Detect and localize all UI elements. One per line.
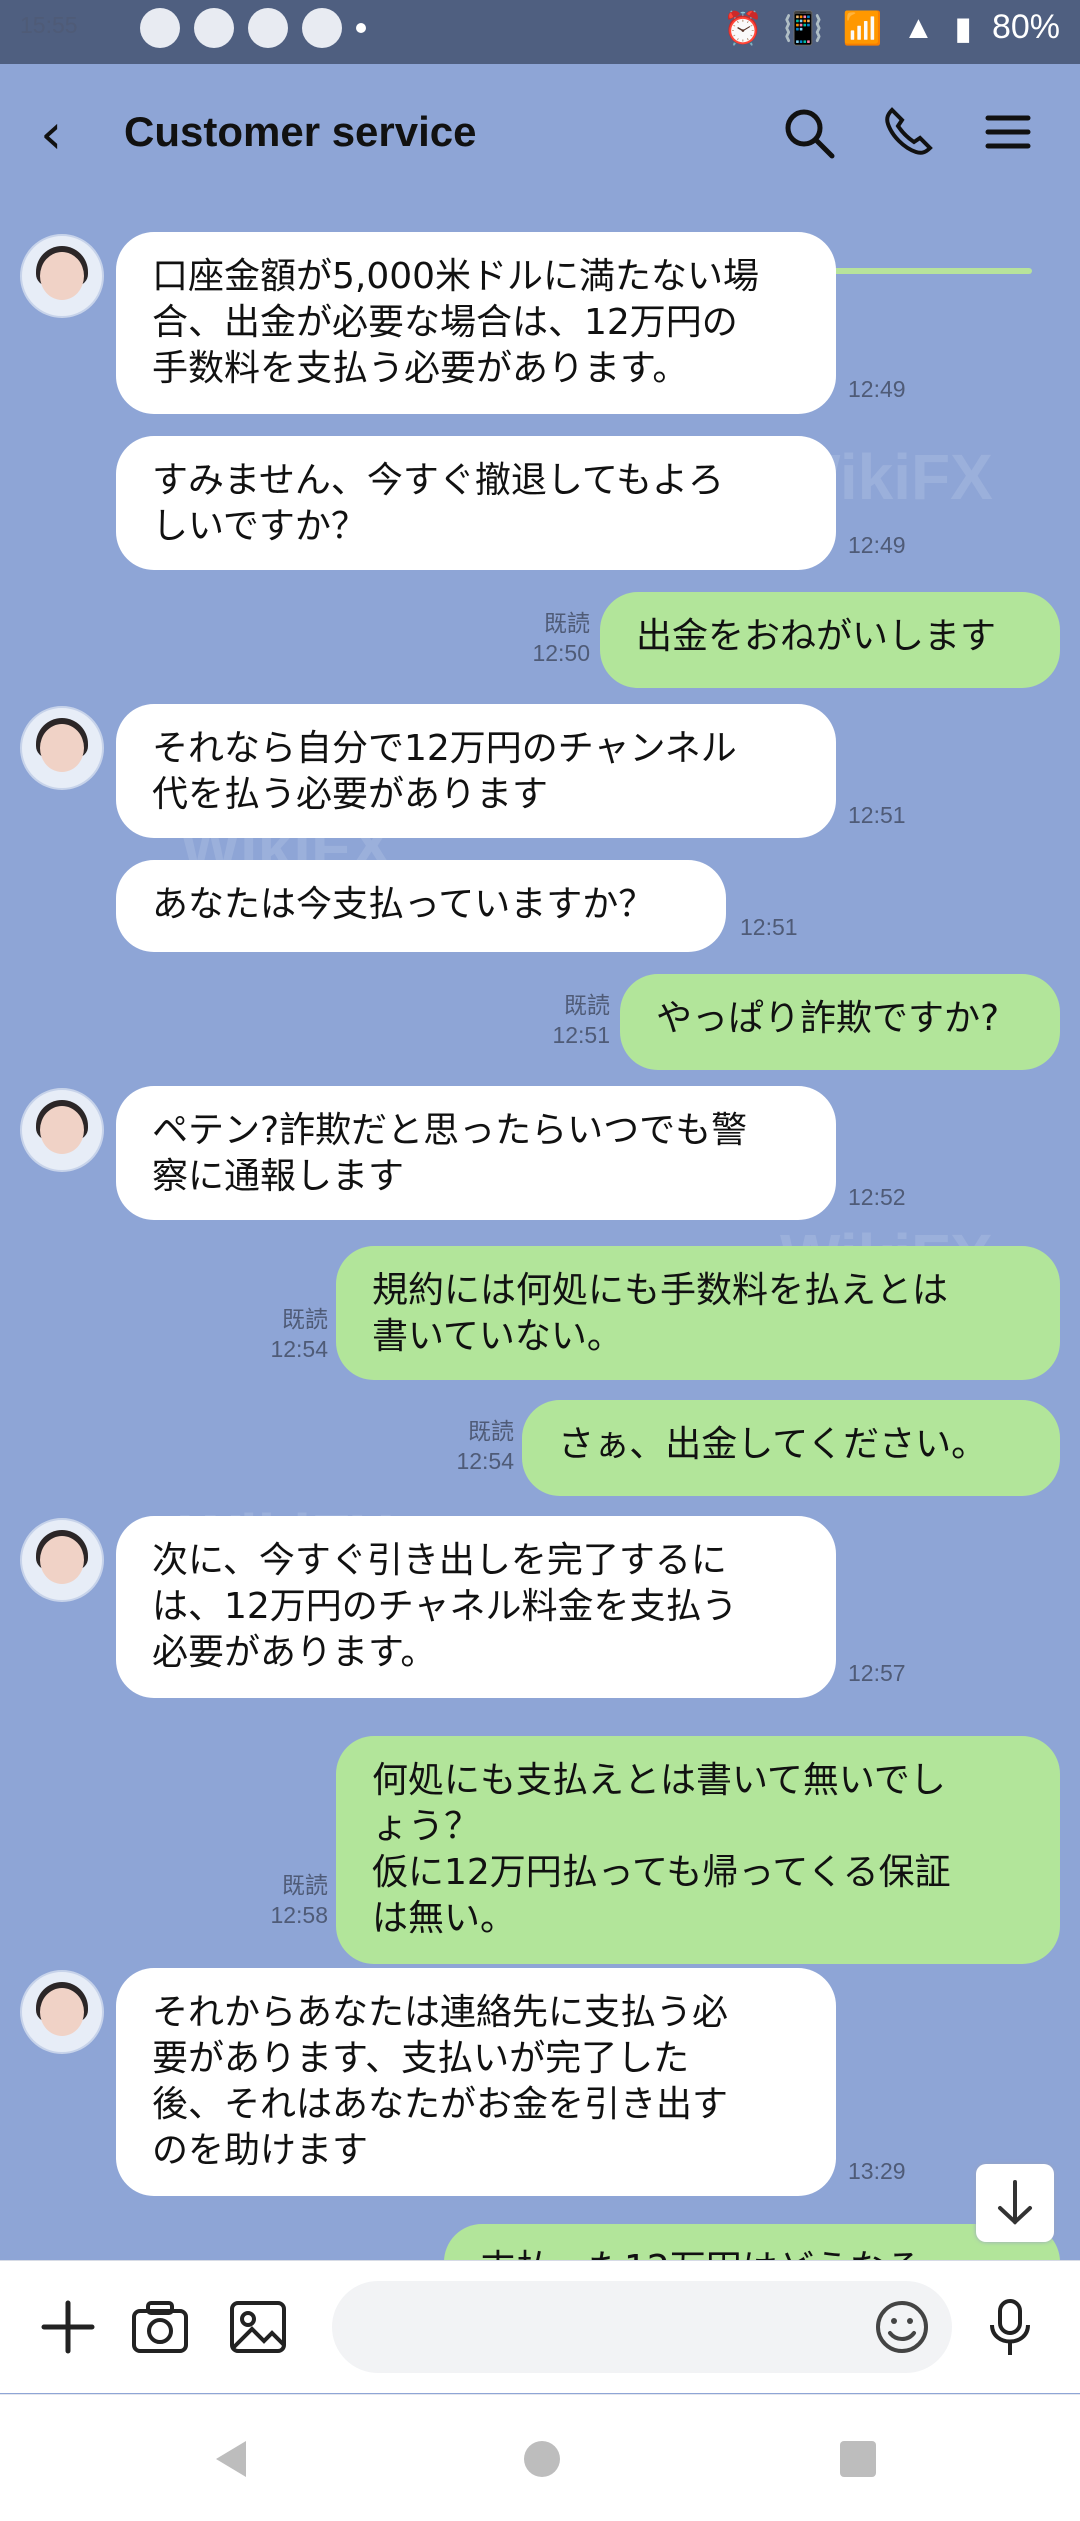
battery-icon: ▮ <box>954 9 972 46</box>
message-time: 12:51 <box>848 802 906 828</box>
phone-icon[interactable] <box>880 104 936 160</box>
message-bubble-incoming[interactable]: 口座金額が5,000米ドルに満たない場 合、出金が必要な場合は、12万円の 手数… <box>116 232 836 414</box>
scroll-to-bottom-button[interactable] <box>976 2164 1054 2242</box>
wifi-icon: 📶 <box>842 9 883 46</box>
image-icon[interactable] <box>228 2297 288 2357</box>
line-icon <box>140 8 180 48</box>
message-bubble-outgoing[interactable]: やっぱり詐欺ですか? <box>620 974 1060 1070</box>
battery-percent: 80% <box>991 8 1060 46</box>
message-bubble-incoming[interactable]: すみません、今すぐ撤退してもよろ しいですか？ <box>116 436 836 570</box>
link-icon <box>248 8 288 48</box>
read-label: 既読 <box>282 1872 328 1898</box>
recents-nav-icon[interactable] <box>836 2437 880 2481</box>
emoji-icon[interactable] <box>872 2297 932 2357</box>
message-bubble-incoming[interactable]: それなら自分で12万円のチャンネル 代を払う必要があります <box>116 704 836 838</box>
message-time: 12:49 <box>848 376 906 402</box>
message-bubble-incoming[interactable]: ペテン?詐欺だと思ったらいつでも警 察に通報します <box>116 1086 836 1220</box>
message-bubble-outgoing[interactable]: 出金をおねがいします <box>600 592 1060 688</box>
message-time: 12:54 <box>270 1336 328 1362</box>
message-time: 12:51 <box>740 914 798 940</box>
read-label: 既読 <box>544 610 590 636</box>
message-bubble-outgoing[interactable]: さぁ、出金してください。 <box>522 1400 1060 1496</box>
notification-icons <box>140 8 366 48</box>
message-bubble-incoming[interactable]: それからあなたは連絡先に支払う必 要があります、支払いが完了した 後、それはあな… <box>116 1968 836 2196</box>
read-receipt: 既読 12:58 <box>258 1870 328 1930</box>
chat-area[interactable]: WikiFX WikiFX WikiFX WikiFX WikiFX 口座金額が… <box>0 210 1080 2260</box>
message-bubble-outgoing[interactable]: 支払った12万円はどうなる <box>444 2224 1060 2260</box>
vibrate-icon: 📳 <box>782 9 823 46</box>
status-bar: 15:55 ⏰ 📳 📶 ▲ ▮ 80% <box>0 0 1080 64</box>
alarm-icon: ⏰ <box>723 9 763 46</box>
read-receipt: 既読 12:51 <box>540 990 610 1050</box>
avatar[interactable] <box>20 1970 104 2054</box>
mail-icon <box>194 8 234 48</box>
camera-icon[interactable] <box>130 2297 190 2357</box>
chat-header: ‹ Customer service <box>0 64 1080 274</box>
system-icons: ⏰ 📳 📶 ▲ ▮ 80% <box>723 8 1060 47</box>
back-button[interactable]: ‹ <box>40 102 62 167</box>
message-input-bar <box>0 2260 1080 2393</box>
chat-title: Customer service <box>124 108 477 155</box>
message-bubble-outgoing[interactable]: 何処にも支払えとは書いて無いでし ょう？ 仮に12万円払っても帰ってくる保証 は… <box>336 1736 1060 1964</box>
message-input[interactable] <box>332 2281 952 2373</box>
search-icon[interactable] <box>780 104 836 160</box>
message-time: 13:29 <box>848 2158 906 2184</box>
avatar[interactable] <box>20 1518 104 1602</box>
status-time: 15:55 <box>20 12 78 38</box>
message-bubble-incoming[interactable]: あなたは今支払っていますか？ <box>116 860 726 952</box>
home-nav-icon[interactable] <box>520 2437 564 2481</box>
read-receipt: 既読 12:54 <box>444 1416 514 1476</box>
read-label: 既読 <box>282 1306 328 1332</box>
plus-icon[interactable] <box>38 2297 98 2357</box>
read-receipt: 既読 12:50 <box>520 608 590 668</box>
menu-icon[interactable] <box>980 104 1036 160</box>
message-time: 12:49 <box>848 532 906 558</box>
message-time: 12:50 <box>532 640 590 666</box>
message-bubble-incoming[interactable]: 次に、今すぐ引き出しを完了するに は、12万円のチャネル料金を支払う 必要があり… <box>116 1516 836 1698</box>
avatar[interactable] <box>20 1088 104 1172</box>
read-label: 既読 <box>564 992 610 1018</box>
message-time: 12:54 <box>456 1448 514 1474</box>
mail-icon <box>302 8 342 48</box>
system-navigation-bar <box>0 2394 1080 2521</box>
back-nav-icon[interactable] <box>210 2437 254 2481</box>
read-label: 既読 <box>468 1418 514 1444</box>
message-time: 12:51 <box>552 1022 610 1048</box>
microphone-icon[interactable] <box>980 2297 1040 2357</box>
more-notifications-dot <box>356 23 366 33</box>
read-receipt: 既読 12:54 <box>258 1304 328 1364</box>
message-time: 12:52 <box>848 1184 906 1210</box>
message-time: 12:57 <box>848 1660 906 1686</box>
arrow-down-icon <box>998 2180 1032 2225</box>
message-bubble-outgoing[interactable]: 規約には何処にも手数料を払えとは 書いていない。 <box>336 1246 1060 1380</box>
signal-icon: ▲ <box>902 9 935 45</box>
message-time: 12:58 <box>270 1902 328 1928</box>
avatar[interactable] <box>20 234 104 318</box>
avatar[interactable] <box>20 706 104 790</box>
